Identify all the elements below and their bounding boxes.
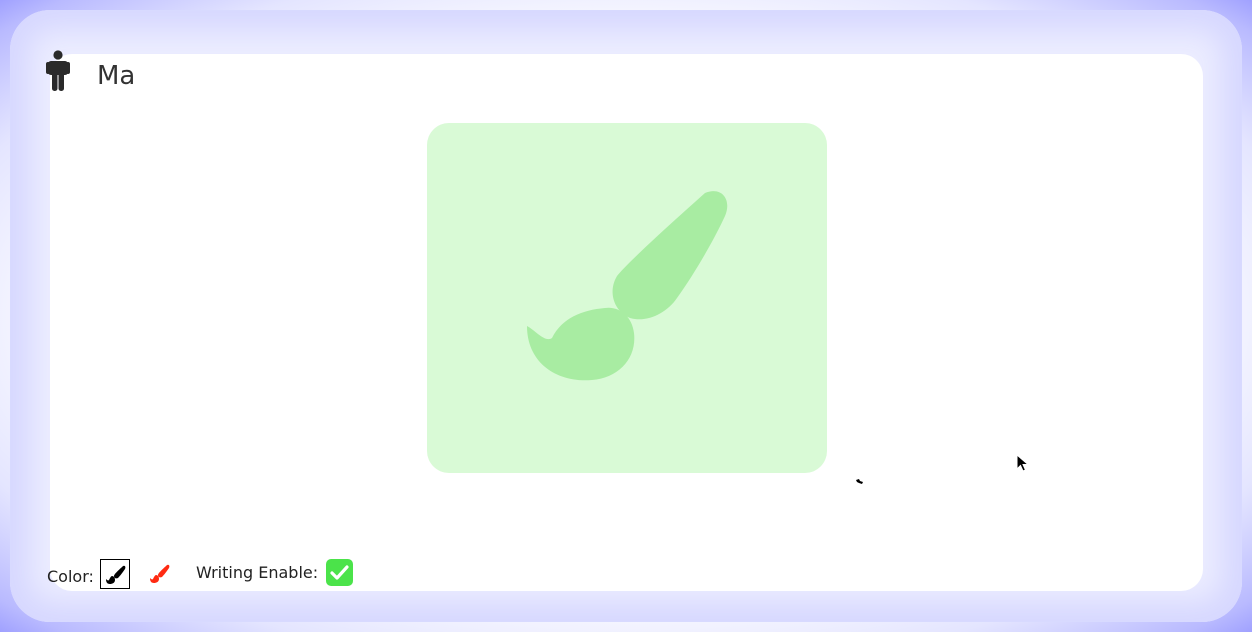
checkmark-icon xyxy=(330,565,349,580)
paint-brush-icon xyxy=(527,191,728,381)
color-swatch-red[interactable] xyxy=(145,559,175,589)
user-name: Ma xyxy=(97,61,136,91)
color-swatch-black[interactable] xyxy=(100,559,130,589)
paint-brush-icon xyxy=(106,565,126,584)
color-label: Color: xyxy=(47,567,94,586)
writing-enable-label: Writing Enable: xyxy=(196,563,319,582)
mouse-cursor-icon xyxy=(1016,454,1029,472)
drawing-canvas[interactable] xyxy=(427,123,827,473)
drawn-stroke-dot xyxy=(856,479,863,484)
person-icon xyxy=(46,50,70,91)
paint-brush-icon xyxy=(150,564,170,583)
writing-enable-checkbox[interactable] xyxy=(326,559,353,586)
